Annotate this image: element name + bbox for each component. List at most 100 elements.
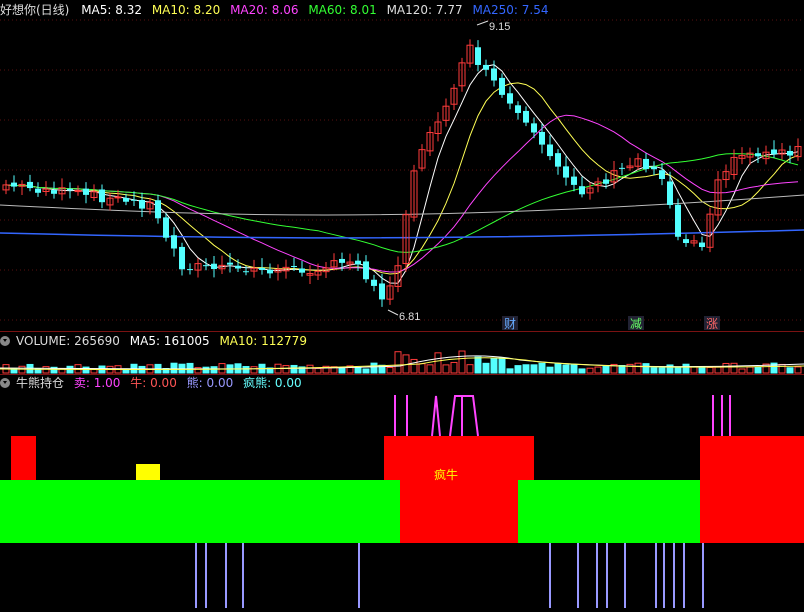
volume-bar: [338, 367, 346, 374]
volume-bar: [746, 366, 754, 374]
volume-bar: [306, 364, 314, 374]
volume-bar: [778, 363, 786, 374]
volume-bar: [554, 363, 562, 374]
candle-body: [114, 196, 122, 199]
volume-bar: [242, 366, 250, 374]
volume-header: VOLUME: 265690 MA5: 161005 MA10: 112779: [0, 333, 313, 349]
candle-body: [563, 166, 569, 178]
volume-bar: [290, 364, 298, 374]
stock-chart[interactable]: 9.15 6.81 财 减 涨疯牛: [0, 0, 804, 612]
candle-body: [259, 267, 265, 270]
volume-bar: [690, 366, 698, 374]
stock-title[interactable]: 好想你(日线): [0, 3, 69, 17]
volume-menu-icon[interactable]: [0, 336, 10, 346]
volume-ma10-label: MA10: 112779: [219, 334, 307, 348]
indicator-menu-icon[interactable]: [0, 378, 10, 388]
volume-bar: [730, 362, 738, 374]
candle-body: [171, 235, 177, 249]
sell-spike: [449, 395, 479, 437]
volume-bar: [426, 364, 434, 374]
ma-line: [5, 82, 799, 275]
candle-body: [363, 261, 369, 280]
volume-bar: [754, 366, 762, 374]
ma5-label: MA5: 8.32: [81, 3, 142, 17]
volume-bar: [738, 368, 746, 374]
candle-body: [515, 105, 521, 113]
volume-bar: [586, 367, 594, 374]
ma10-label: MA10: 8.20: [151, 3, 221, 17]
volume-bar: [674, 366, 682, 374]
indicator-bear-label: 熊: 0.00: [186, 376, 234, 390]
candle-body: [539, 131, 545, 145]
marker-block: [136, 464, 160, 480]
volume-bar: [794, 366, 802, 374]
volume-bar: [538, 362, 546, 374]
candle-body: [379, 283, 385, 300]
candle-body: [371, 279, 377, 286]
candle-body: [579, 186, 585, 195]
candle-body: [211, 263, 217, 270]
high-price-label: 9.15: [489, 21, 510, 33]
volume-bar: [506, 368, 514, 374]
candle-body: [123, 197, 129, 202]
candle-body: [179, 246, 185, 270]
candle-body: [131, 199, 137, 201]
event-badge: 减: [630, 317, 642, 331]
volume-bar: [522, 364, 530, 374]
volume-bar: [314, 367, 322, 374]
volume-bar: [410, 358, 418, 374]
volume-bar: [450, 361, 458, 374]
candle-body: [787, 150, 793, 156]
event-badge: 财: [504, 317, 516, 331]
candle-body: [83, 188, 89, 195]
volume-bar: [650, 367, 658, 374]
ma250-line: [0, 229, 804, 239]
candle-body: [475, 47, 481, 65]
volume-bar: [362, 368, 370, 374]
candle-body: [291, 265, 297, 267]
candle-body: [187, 269, 193, 271]
candle-body: [699, 242, 705, 248]
candle-body: [67, 188, 73, 191]
volume-bar: [186, 362, 194, 374]
volume-bar: [370, 362, 378, 374]
crazy-bull-label: 疯牛: [434, 467, 458, 482]
volume-bar: [418, 363, 426, 374]
candle-body: [27, 181, 33, 189]
candle-body: [643, 158, 649, 170]
sell-spike: [431, 395, 441, 437]
volume-bar: [354, 367, 362, 374]
volume-bar: [602, 365, 610, 374]
volume-bar: [250, 366, 258, 374]
indicator-title: 牛熊持仓: [16, 376, 65, 390]
candle-body: [155, 200, 161, 219]
volume-bar: [490, 357, 498, 374]
ma20-label: MA20: 8.06: [230, 3, 299, 17]
volume-bar: [218, 363, 226, 374]
volume-bar: [170, 362, 178, 374]
volume-bar: [570, 364, 578, 374]
volume-bar: [202, 366, 210, 374]
volume-bar: [634, 362, 642, 374]
volume-bar: [42, 366, 50, 374]
candle-body: [667, 181, 673, 205]
candle-body: [531, 123, 537, 133]
candle-body: [74, 190, 82, 193]
ma60-label: MA60: 8.01: [308, 3, 377, 17]
candle-body: [11, 182, 17, 187]
candle-body: [499, 77, 505, 95]
candle-body: [547, 144, 553, 157]
candle-body: [619, 167, 625, 169]
candle-body: [651, 166, 657, 170]
volume-bar: [786, 367, 794, 374]
bull-block: [400, 480, 518, 543]
candle-body: [659, 170, 665, 179]
volume-bar: [82, 366, 90, 374]
candle-body: [355, 260, 361, 265]
indicator-bull-label: 牛: 0.00: [130, 376, 177, 390]
volume-title: VOLUME: 265690: [16, 334, 120, 348]
candle-body: [203, 265, 209, 267]
indicator-header: 牛熊持仓 卖: 1.00 牛: 0.00 熊: 0.00 疯熊: 0.00: [0, 375, 308, 391]
main-header: 好想你(日线) MA5: 8.32 MA10: 8.20 MA20: 8.06 …: [0, 2, 554, 18]
candle-body: [235, 265, 241, 269]
